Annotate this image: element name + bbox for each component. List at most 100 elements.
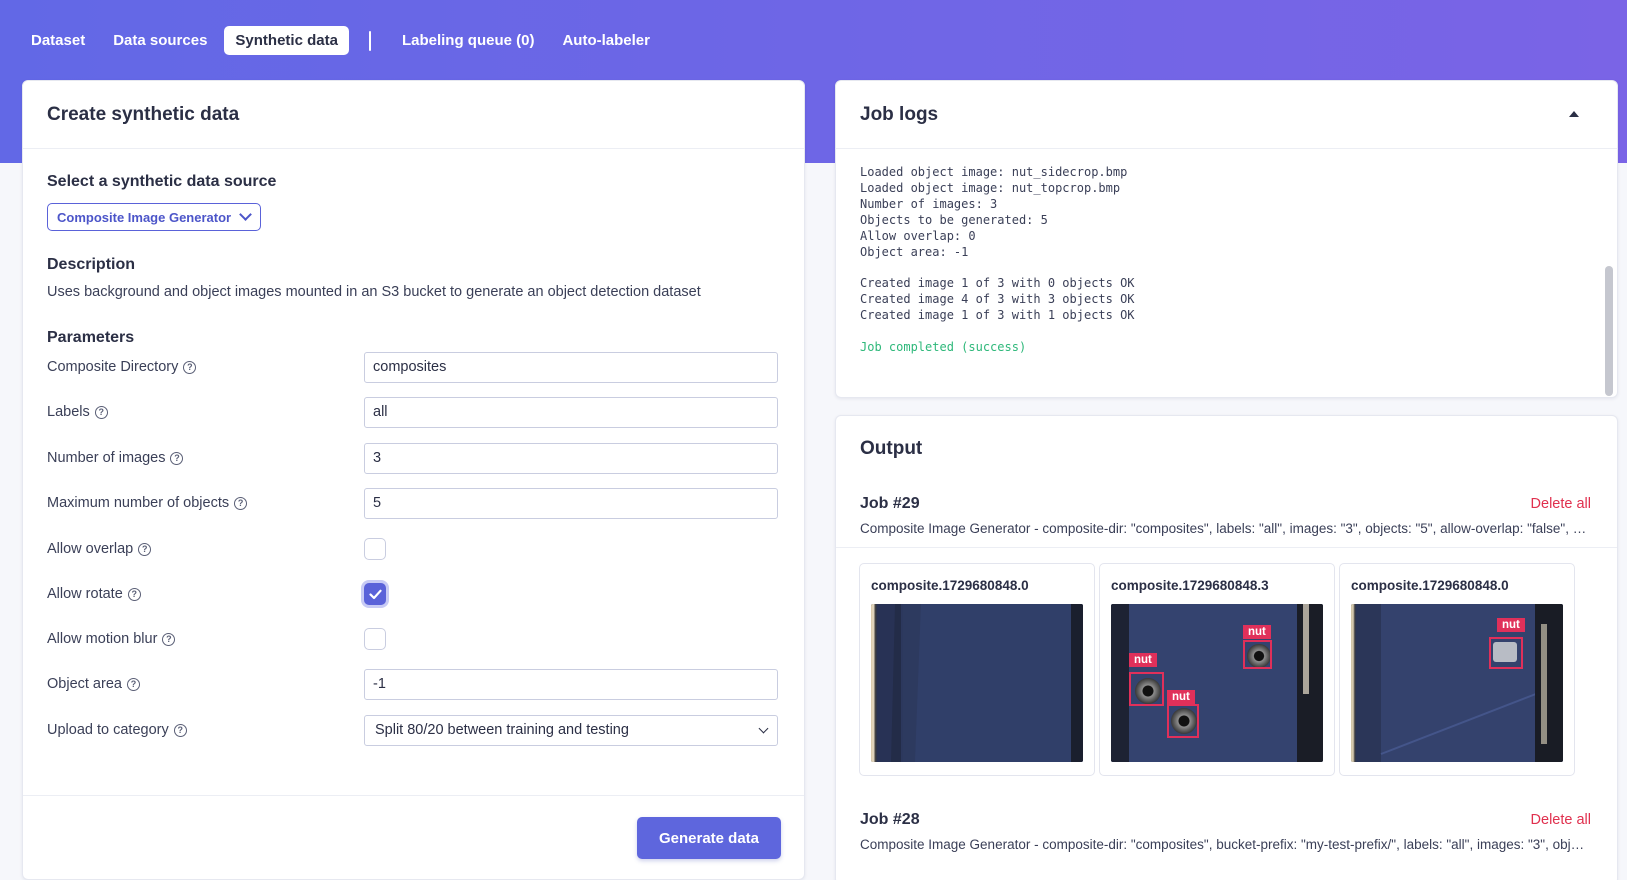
bounding-box[interactable] bbox=[1489, 637, 1523, 669]
description-text: Uses background and object images mounte… bbox=[47, 284, 701, 300]
job-description: Composite Image Generator - composite-di… bbox=[860, 521, 1590, 536]
image-name: composite.1729680848.0 bbox=[871, 578, 1029, 593]
help-icon[interactable]: ? bbox=[126, 677, 140, 691]
log-line: Created image 1 of 3 with 0 objects OK bbox=[860, 276, 1135, 291]
object-area-input[interactable] bbox=[364, 668, 778, 700]
composite-image-render bbox=[871, 604, 1083, 762]
panel-title: Create synthetic data bbox=[23, 81, 804, 149]
collapse-caret-icon[interactable] bbox=[1569, 111, 1579, 117]
source-dropdown[interactable]: Composite Image Generator bbox=[47, 203, 262, 231]
output-image-card[interactable]: composite.1729680848.0 nut bbox=[1339, 563, 1575, 776]
generate-data-button[interactable]: Generate data bbox=[637, 817, 781, 859]
log-line: Allow overlap: 0 bbox=[860, 228, 976, 243]
tab-dataset[interactable]: Dataset bbox=[20, 26, 96, 55]
param-number-of-images: Number of images? bbox=[47, 442, 782, 474]
param-labels: Labels? bbox=[47, 396, 782, 428]
job-description: Composite Image Generator - composite-di… bbox=[860, 837, 1590, 852]
param-allow-rotate: Allow rotate? bbox=[47, 578, 782, 610]
param-label: Upload to category bbox=[47, 722, 169, 738]
help-icon[interactable]: ? bbox=[127, 587, 141, 601]
param-upload-category: Upload to category? Split 80/20 between … bbox=[47, 714, 782, 746]
delete-all-button[interactable]: Delete all bbox=[1531, 496, 1591, 512]
log-line: Created image 4 of 3 with 3 objects OK bbox=[860, 292, 1135, 307]
tab-divider bbox=[368, 30, 371, 51]
image-name: composite.1729680848.3 bbox=[1111, 578, 1269, 593]
param-label: Allow overlap bbox=[47, 541, 134, 557]
delete-all-button[interactable]: Delete all bbox=[1531, 812, 1591, 828]
tab-auto-labeler[interactable]: Auto-labeler bbox=[551, 26, 661, 55]
param-allow-overlap: Allow overlap? bbox=[47, 533, 782, 565]
job-divider bbox=[836, 547, 1617, 548]
param-label: Allow motion blur bbox=[47, 631, 158, 647]
bounding-box[interactable] bbox=[1129, 672, 1164, 706]
param-label: Labels bbox=[47, 404, 90, 420]
param-label: Object area bbox=[47, 676, 122, 692]
param-max-objects: Maximum number of objects? bbox=[47, 487, 782, 519]
source-dropdown-value: Composite Image Generator bbox=[57, 209, 232, 225]
output-title: Output bbox=[860, 438, 923, 459]
composite-image[interactable]: nut nut nut bbox=[1111, 604, 1323, 762]
allow-overlap-checkbox[interactable] bbox=[364, 538, 386, 560]
bounding-box[interactable] bbox=[1243, 640, 1272, 669]
parameters-heading: Parameters bbox=[47, 329, 135, 346]
help-icon[interactable]: ? bbox=[173, 723, 187, 737]
bbox-label: nut bbox=[1167, 690, 1195, 704]
source-select-label: Select a synthetic data source bbox=[47, 173, 277, 190]
param-label: Composite Directory bbox=[47, 359, 179, 375]
log-line: Loaded object image: nut_topcrop.bmp bbox=[860, 180, 1121, 195]
help-icon[interactable]: ? bbox=[234, 496, 248, 510]
help-icon[interactable]: ? bbox=[170, 451, 184, 465]
log-line: Object area: -1 bbox=[860, 244, 969, 259]
param-composite-directory: Composite Directory? bbox=[47, 351, 782, 383]
composite-image[interactable]: nut bbox=[1351, 604, 1563, 762]
bbox-label: nut bbox=[1243, 625, 1271, 639]
job-title: Job #29 bbox=[860, 495, 920, 512]
output-image-card[interactable]: composite.1729680848.0 bbox=[859, 563, 1095, 776]
composite-image-render bbox=[1351, 604, 1563, 762]
job-logs-panel: Job logs Loaded object image: nut_sidecr… bbox=[835, 80, 1618, 398]
labels-input[interactable] bbox=[364, 396, 778, 428]
panel-footer-divider bbox=[23, 795, 804, 796]
log-output: Loaded object image: nut_sidecrop.bmp Lo… bbox=[860, 165, 1135, 356]
log-line: Number of images: 3 bbox=[860, 196, 998, 211]
output-panel: Output Job #29 Delete all Composite Imag… bbox=[835, 415, 1618, 880]
param-label: Number of images bbox=[47, 450, 166, 466]
bbox-label: nut bbox=[1129, 653, 1157, 667]
help-icon[interactable]: ? bbox=[138, 542, 152, 556]
checkmark-icon bbox=[368, 589, 382, 599]
log-line: Created image 1 of 3 with 1 objects OK bbox=[860, 308, 1135, 323]
upload-category-value: Split 80/20 between training and testing bbox=[375, 722, 629, 738]
param-label: Maximum number of objects bbox=[47, 495, 230, 511]
chevron-down-icon bbox=[239, 208, 252, 221]
composite-directory-input[interactable] bbox=[364, 351, 778, 383]
help-icon[interactable]: ? bbox=[94, 405, 108, 419]
tab-data-sources[interactable]: Data sources bbox=[102, 26, 218, 55]
tab-synthetic-data[interactable]: Synthetic data bbox=[224, 26, 349, 55]
output-image-card[interactable]: composite.1729680848.3 nut nut nut bbox=[1099, 563, 1335, 776]
param-object-area: Object area? bbox=[47, 668, 782, 700]
composite-image[interactable] bbox=[871, 604, 1083, 762]
help-icon[interactable]: ? bbox=[183, 360, 197, 374]
top-nav: Dataset Data sources Synthetic data Labe… bbox=[20, 25, 661, 56]
create-synthetic-data-panel: Create synthetic data Select a synthetic… bbox=[22, 80, 805, 880]
log-line: Loaded object image: nut_sidecrop.bmp bbox=[860, 165, 1128, 179]
param-allow-motion-blur: Allow motion blur? bbox=[47, 623, 782, 655]
job-title: Job #28 bbox=[860, 811, 920, 828]
log-line: Objects to be generated: 5 bbox=[860, 212, 1048, 227]
max-objects-input[interactable] bbox=[364, 487, 778, 519]
chevron-down-icon bbox=[758, 723, 769, 733]
upload-category-select[interactable]: Split 80/20 between training and testing bbox=[364, 714, 778, 746]
number-of-images-input[interactable] bbox=[364, 442, 778, 474]
job-logs-title: Job logs bbox=[836, 81, 1617, 149]
log-scrollbar[interactable] bbox=[1605, 266, 1613, 396]
image-name: composite.1729680848.0 bbox=[1351, 578, 1509, 593]
help-icon[interactable]: ? bbox=[162, 632, 176, 646]
tab-labeling-queue[interactable]: Labeling queue (0) bbox=[391, 26, 546, 55]
allow-rotate-checkbox[interactable] bbox=[364, 583, 386, 605]
bounding-box[interactable] bbox=[1167, 704, 1199, 738]
allow-motion-blur-checkbox[interactable] bbox=[364, 628, 386, 650]
param-label: Allow rotate bbox=[47, 586, 123, 602]
bbox-label: nut bbox=[1497, 618, 1525, 632]
log-success-line: Job completed (success) bbox=[860, 339, 1027, 354]
description-heading: Description bbox=[47, 256, 136, 273]
